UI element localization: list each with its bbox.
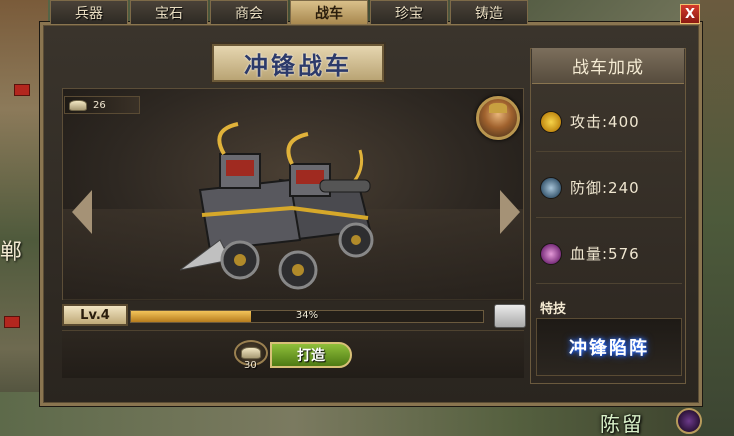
forge-cost: 30: [244, 360, 257, 371]
blood-drop-icon: [540, 242, 562, 265]
city-emblem-icon[interactable]: [676, 408, 702, 434]
stat-hp-text: 血量:576: [570, 245, 640, 263]
skill-name: 冲锋陷阵: [569, 338, 649, 359]
next-chariot-arrow-icon[interactable]: [500, 190, 520, 234]
prev-chariot-arrow-icon[interactable]: [72, 190, 92, 234]
silver-ingot-icon: [69, 99, 87, 111]
map-city-label-left: 郸: [0, 240, 23, 265]
chariot-title-plate: 冲锋战车: [212, 44, 384, 82]
map-city-name[interactable]: 陈留: [600, 408, 644, 436]
tab-bar: 兵器 宝石 商会 战车 珍宝 铸造: [50, 0, 528, 24]
tab-gems[interactable]: 宝石: [130, 0, 208, 24]
stats-header: 战车加成: [532, 48, 684, 84]
resource-count: 26: [93, 99, 106, 111]
skill-label: 特技: [540, 302, 567, 317]
tab-chariot[interactable]: 战车: [290, 0, 368, 24]
scroll-icon[interactable]: [494, 304, 526, 328]
silver-ingot-icon: [241, 347, 261, 359]
resource-counter: 26: [64, 96, 140, 114]
map-flag-icon: [4, 316, 20, 328]
war-chariot-image: [180, 122, 374, 290]
level-badge: Lv.4: [62, 304, 128, 326]
sword-icon: [540, 110, 562, 133]
map-flag-icon: [14, 84, 30, 96]
close-button[interactable]: X: [680, 4, 700, 24]
stat-defense-text: 防御:240: [570, 179, 640, 197]
general-portrait-icon[interactable]: [476, 96, 520, 140]
tab-forging[interactable]: 铸造: [450, 0, 528, 24]
tab-weapons[interactable]: 兵器: [50, 0, 128, 24]
map-background-right: [700, 0, 734, 436]
chariot-title: 冲锋战车: [244, 50, 352, 80]
tab-treasure[interactable]: 珍宝: [370, 0, 448, 24]
stat-attack-text: 攻击:400: [570, 113, 640, 131]
tab-guild[interactable]: 商会: [210, 0, 288, 24]
forge-button[interactable]: 打造: [270, 342, 352, 368]
skill-box[interactable]: 冲锋陷阵: [536, 318, 682, 376]
progress-bar: 34%: [130, 310, 484, 323]
stat-attack: 攻击:400: [536, 92, 682, 152]
stat-defense: 防御:240: [536, 158, 682, 218]
progress-text: 34%: [295, 310, 319, 321]
shield-icon: [540, 176, 562, 199]
stat-hp: 血量:576: [536, 224, 682, 284]
